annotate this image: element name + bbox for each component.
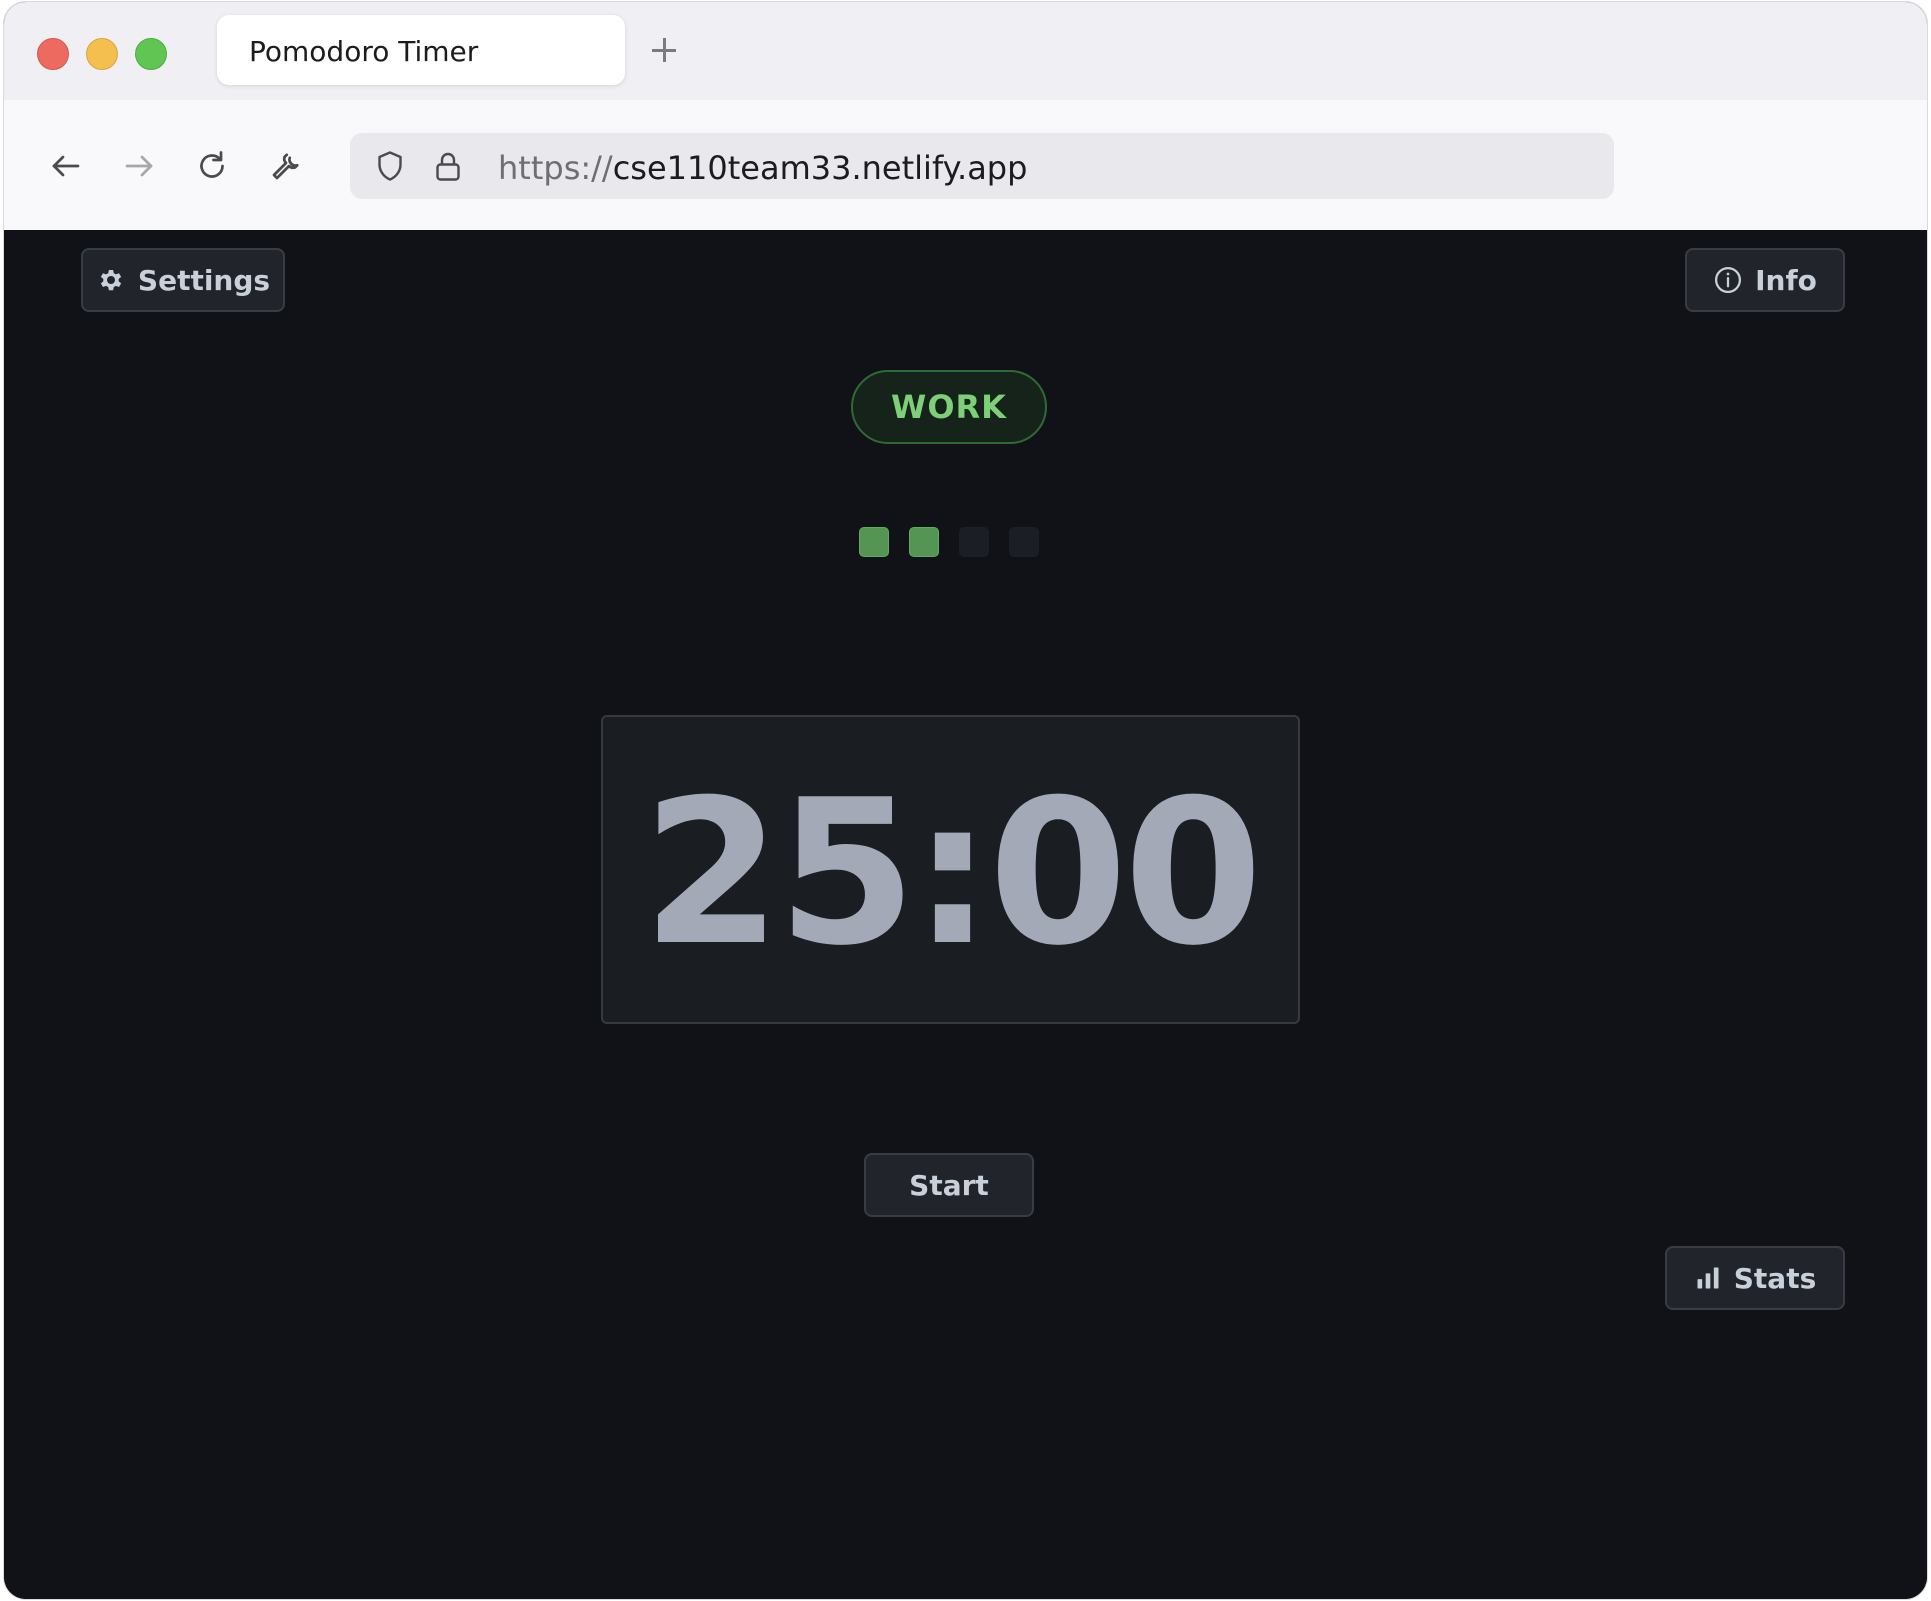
- session-dot-4: [1009, 527, 1039, 557]
- settings-button[interactable]: Settings: [81, 248, 285, 312]
- session-progress-dots: [859, 527, 1039, 559]
- forward-button[interactable]: [117, 144, 161, 188]
- navigation-bar: https://cse110team33.netlify.app: [4, 100, 1927, 230]
- title-bar: Pomodoro Timer: [4, 2, 1927, 100]
- timer-value: 25:00: [642, 756, 1263, 990]
- arrow-right-icon: [125, 155, 153, 177]
- reload-button[interactable]: [190, 144, 234, 188]
- plus-icon[interactable]: [644, 30, 684, 70]
- app-content: Settings Info WORK 25:00 Start Stats: [4, 230, 1927, 1599]
- wrench-icon: [272, 153, 299, 180]
- timer-display: 25:00: [601, 715, 1300, 1024]
- settings-label: Settings: [137, 263, 271, 297]
- tools-button[interactable]: [264, 144, 308, 188]
- back-button[interactable]: [44, 144, 88, 188]
- close-window-button[interactable]: [37, 38, 69, 70]
- info-button[interactable]: Info: [1685, 248, 1845, 312]
- browser-tab[interactable]: Pomodoro Timer: [217, 15, 625, 85]
- address-bar[interactable]: https://cse110team33.netlify.app: [350, 133, 1614, 199]
- start-button[interactable]: Start: [864, 1153, 1034, 1217]
- reload-icon: [200, 151, 224, 178]
- arrow-left-icon: [52, 155, 80, 177]
- session-dot-3: [959, 527, 989, 557]
- mode-badge: WORK: [851, 370, 1047, 444]
- info-icon: [1715, 267, 1742, 293]
- tab-title: Pomodoro Timer: [249, 35, 479, 68]
- browser-window: Pomodoro Timer https://cse110team33.netl…: [4, 2, 1927, 1599]
- shield-icon[interactable]: [372, 148, 408, 184]
- url-host: cse110team33.netlify.app: [612, 149, 1028, 187]
- url-scheme: https://: [498, 149, 613, 187]
- stats-button[interactable]: Stats: [1665, 1246, 1845, 1310]
- info-label: Info: [1755, 263, 1817, 297]
- session-dot-1: [859, 527, 889, 557]
- bar-chart-icon: [1697, 1267, 1719, 1289]
- gear-icon: [100, 270, 122, 291]
- stats-label: Stats: [1733, 1261, 1817, 1295]
- minimize-window-button[interactable]: [86, 38, 118, 70]
- lock-icon[interactable]: [430, 148, 466, 184]
- maximize-window-button[interactable]: [135, 38, 167, 70]
- start-label: Start: [909, 1168, 989, 1202]
- url-text[interactable]: https://cse110team33.netlify.app: [498, 149, 1027, 187]
- session-dot-2: [909, 527, 939, 557]
